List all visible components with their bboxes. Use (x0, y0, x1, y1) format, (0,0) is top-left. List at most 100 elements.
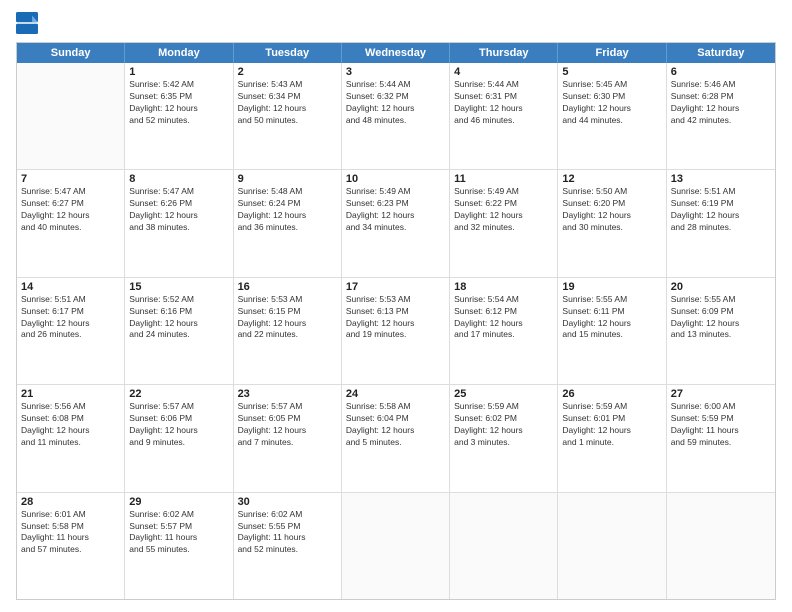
calendar-cell: 30Sunrise: 6:02 AM Sunset: 5:55 PM Dayli… (234, 493, 342, 599)
calendar-cell: 17Sunrise: 5:53 AM Sunset: 6:13 PM Dayli… (342, 278, 450, 384)
day-number: 21 (21, 388, 120, 400)
day-number: 8 (129, 173, 228, 185)
day-number: 25 (454, 388, 553, 400)
calendar-cell: 1Sunrise: 5:42 AM Sunset: 6:35 PM Daylig… (125, 63, 233, 169)
logo-icon (16, 12, 38, 34)
cell-info: Sunrise: 5:55 AM Sunset: 6:11 PM Dayligh… (562, 294, 661, 342)
calendar-cell: 20Sunrise: 5:55 AM Sunset: 6:09 PM Dayli… (667, 278, 775, 384)
cell-info: Sunrise: 6:02 AM Sunset: 5:57 PM Dayligh… (129, 509, 228, 557)
calendar-row-2: 14Sunrise: 5:51 AM Sunset: 6:17 PM Dayli… (17, 277, 775, 384)
day-number: 18 (454, 281, 553, 293)
calendar-cell: 29Sunrise: 6:02 AM Sunset: 5:57 PM Dayli… (125, 493, 233, 599)
cell-info: Sunrise: 5:50 AM Sunset: 6:20 PM Dayligh… (562, 186, 661, 234)
logo (16, 12, 40, 34)
calendar-cell: 14Sunrise: 5:51 AM Sunset: 6:17 PM Dayli… (17, 278, 125, 384)
calendar-cell: 21Sunrise: 5:56 AM Sunset: 6:08 PM Dayli… (17, 385, 125, 491)
calendar-cell: 27Sunrise: 6:00 AM Sunset: 5:59 PM Dayli… (667, 385, 775, 491)
weekday-header-monday: Monday (125, 43, 233, 63)
day-number: 14 (21, 281, 120, 293)
cell-info: Sunrise: 5:57 AM Sunset: 6:05 PM Dayligh… (238, 401, 337, 449)
calendar-row-4: 28Sunrise: 6:01 AM Sunset: 5:58 PM Dayli… (17, 492, 775, 599)
day-number: 12 (562, 173, 661, 185)
weekday-header-saturday: Saturday (667, 43, 775, 63)
calendar-cell: 4Sunrise: 5:44 AM Sunset: 6:31 PM Daylig… (450, 63, 558, 169)
calendar-cell: 26Sunrise: 5:59 AM Sunset: 6:01 PM Dayli… (558, 385, 666, 491)
weekday-header-thursday: Thursday (450, 43, 558, 63)
day-number: 5 (562, 66, 661, 78)
calendar-cell: 9Sunrise: 5:48 AM Sunset: 6:24 PM Daylig… (234, 170, 342, 276)
cell-info: Sunrise: 5:55 AM Sunset: 6:09 PM Dayligh… (671, 294, 771, 342)
calendar-cell: 15Sunrise: 5:52 AM Sunset: 6:16 PM Dayli… (125, 278, 233, 384)
calendar-body: 1Sunrise: 5:42 AM Sunset: 6:35 PM Daylig… (17, 63, 775, 599)
day-number: 19 (562, 281, 661, 293)
cell-info: Sunrise: 6:02 AM Sunset: 5:55 PM Dayligh… (238, 509, 337, 557)
cell-info: Sunrise: 5:53 AM Sunset: 6:13 PM Dayligh… (346, 294, 445, 342)
day-number: 3 (346, 66, 445, 78)
day-number: 26 (562, 388, 661, 400)
page: SundayMondayTuesdayWednesdayThursdayFrid… (0, 0, 792, 612)
cell-info: Sunrise: 5:49 AM Sunset: 6:23 PM Dayligh… (346, 186, 445, 234)
weekday-header-sunday: Sunday (17, 43, 125, 63)
weekday-header-friday: Friday (558, 43, 666, 63)
cell-info: Sunrise: 5:58 AM Sunset: 6:04 PM Dayligh… (346, 401, 445, 449)
header (16, 12, 776, 34)
weekday-header-wednesday: Wednesday (342, 43, 450, 63)
calendar: SundayMondayTuesdayWednesdayThursdayFrid… (16, 42, 776, 600)
cell-info: Sunrise: 5:51 AM Sunset: 6:19 PM Dayligh… (671, 186, 771, 234)
calendar-cell: 18Sunrise: 5:54 AM Sunset: 6:12 PM Dayli… (450, 278, 558, 384)
calendar-cell: 22Sunrise: 5:57 AM Sunset: 6:06 PM Dayli… (125, 385, 233, 491)
calendar-row-3: 21Sunrise: 5:56 AM Sunset: 6:08 PM Dayli… (17, 384, 775, 491)
calendar-cell: 13Sunrise: 5:51 AM Sunset: 6:19 PM Dayli… (667, 170, 775, 276)
calendar-row-1: 7Sunrise: 5:47 AM Sunset: 6:27 PM Daylig… (17, 169, 775, 276)
cell-info: Sunrise: 5:44 AM Sunset: 6:31 PM Dayligh… (454, 79, 553, 127)
day-number: 10 (346, 173, 445, 185)
cell-info: Sunrise: 5:53 AM Sunset: 6:15 PM Dayligh… (238, 294, 337, 342)
cell-info: Sunrise: 6:01 AM Sunset: 5:58 PM Dayligh… (21, 509, 120, 557)
calendar-cell: 19Sunrise: 5:55 AM Sunset: 6:11 PM Dayli… (558, 278, 666, 384)
day-number: 6 (671, 66, 771, 78)
calendar-cell: 3Sunrise: 5:44 AM Sunset: 6:32 PM Daylig… (342, 63, 450, 169)
calendar-cell (342, 493, 450, 599)
day-number: 2 (238, 66, 337, 78)
day-number: 1 (129, 66, 228, 78)
calendar-cell: 6Sunrise: 5:46 AM Sunset: 6:28 PM Daylig… (667, 63, 775, 169)
calendar-cell (17, 63, 125, 169)
day-number: 7 (21, 173, 120, 185)
day-number: 29 (129, 496, 228, 508)
cell-info: Sunrise: 5:45 AM Sunset: 6:30 PM Dayligh… (562, 79, 661, 127)
day-number: 17 (346, 281, 445, 293)
day-number: 22 (129, 388, 228, 400)
day-number: 27 (671, 388, 771, 400)
day-number: 20 (671, 281, 771, 293)
cell-info: Sunrise: 5:52 AM Sunset: 6:16 PM Dayligh… (129, 294, 228, 342)
cell-info: Sunrise: 5:46 AM Sunset: 6:28 PM Dayligh… (671, 79, 771, 127)
weekday-header-tuesday: Tuesday (234, 43, 342, 63)
calendar-cell: 8Sunrise: 5:47 AM Sunset: 6:26 PM Daylig… (125, 170, 233, 276)
calendar-cell: 25Sunrise: 5:59 AM Sunset: 6:02 PM Dayli… (450, 385, 558, 491)
day-number: 16 (238, 281, 337, 293)
cell-info: Sunrise: 5:51 AM Sunset: 6:17 PM Dayligh… (21, 294, 120, 342)
cell-info: Sunrise: 5:54 AM Sunset: 6:12 PM Dayligh… (454, 294, 553, 342)
cell-info: Sunrise: 5:44 AM Sunset: 6:32 PM Dayligh… (346, 79, 445, 127)
cell-info: Sunrise: 5:59 AM Sunset: 6:02 PM Dayligh… (454, 401, 553, 449)
cell-info: Sunrise: 5:56 AM Sunset: 6:08 PM Dayligh… (21, 401, 120, 449)
day-number: 11 (454, 173, 553, 185)
calendar-row-0: 1Sunrise: 5:42 AM Sunset: 6:35 PM Daylig… (17, 63, 775, 169)
cell-info: Sunrise: 5:57 AM Sunset: 6:06 PM Dayligh… (129, 401, 228, 449)
day-number: 23 (238, 388, 337, 400)
calendar-cell (667, 493, 775, 599)
cell-info: Sunrise: 5:47 AM Sunset: 6:26 PM Dayligh… (129, 186, 228, 234)
day-number: 28 (21, 496, 120, 508)
calendar-cell: 7Sunrise: 5:47 AM Sunset: 6:27 PM Daylig… (17, 170, 125, 276)
cell-info: Sunrise: 5:47 AM Sunset: 6:27 PM Dayligh… (21, 186, 120, 234)
cell-info: Sunrise: 6:00 AM Sunset: 5:59 PM Dayligh… (671, 401, 771, 449)
calendar-cell: 2Sunrise: 5:43 AM Sunset: 6:34 PM Daylig… (234, 63, 342, 169)
day-number: 24 (346, 388, 445, 400)
calendar-cell: 5Sunrise: 5:45 AM Sunset: 6:30 PM Daylig… (558, 63, 666, 169)
calendar-cell: 23Sunrise: 5:57 AM Sunset: 6:05 PM Dayli… (234, 385, 342, 491)
calendar-cell: 24Sunrise: 5:58 AM Sunset: 6:04 PM Dayli… (342, 385, 450, 491)
calendar-cell: 28Sunrise: 6:01 AM Sunset: 5:58 PM Dayli… (17, 493, 125, 599)
cell-info: Sunrise: 5:43 AM Sunset: 6:34 PM Dayligh… (238, 79, 337, 127)
calendar-cell (450, 493, 558, 599)
cell-info: Sunrise: 5:42 AM Sunset: 6:35 PM Dayligh… (129, 79, 228, 127)
